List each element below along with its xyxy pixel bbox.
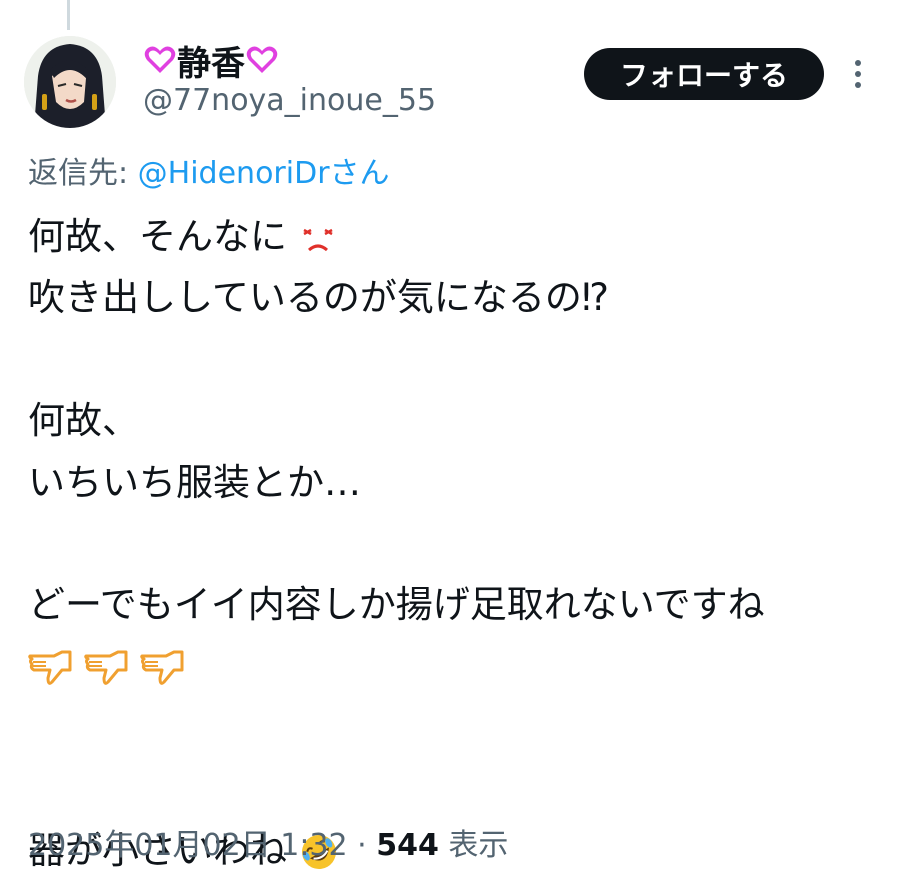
thread-connector-line (67, 0, 70, 30)
tweet-line (28, 513, 878, 574)
tweet-line: どーでもイイ内容しか揚げ足取れないですね (28, 583, 765, 627)
reply-prefix: 返信先: (28, 156, 138, 191)
tweet-meta: 2025年01月02日 1:32 · 544 表示 (28, 820, 508, 864)
tweet-line: 何故、そんなに (28, 206, 878, 267)
meta-separator: · (347, 828, 377, 863)
heart-icon (144, 46, 176, 73)
author-name-text: 静香 (177, 43, 245, 84)
thumbs-down-icon (139, 650, 184, 686)
tweet-timestamp[interactable]: 2025年01月02日 1:32 (28, 828, 348, 863)
thumbs-down-icon (28, 650, 72, 686)
follow-button[interactable]: フォローする (584, 48, 824, 100)
tweet-text: 何故、そんなに 吹き出ししているのが気になるの⁉ 何故、 いちいち服装とか… ど… (28, 206, 878, 878)
tweet-line (28, 759, 878, 820)
reply-mention-link[interactable]: @HidenoriDrさん (138, 156, 390, 191)
views-label: 表示 (448, 828, 509, 863)
pouting-face-icon (303, 228, 333, 251)
tweet-line-text: 何故、そんなに (28, 215, 287, 258)
avatar[interactable] (24, 36, 116, 128)
avatar-image (24, 36, 116, 128)
author-handle[interactable]: @77noya_inoue_55 (143, 83, 436, 118)
tweet-line (28, 636, 878, 697)
tweet-line (28, 697, 878, 758)
tweet-line: 吹き出ししているのが気になるの⁉ (28, 276, 610, 320)
heart-icon (246, 46, 278, 73)
thumbs-down-icon (84, 650, 128, 686)
reply-context: 返信先: @HidenoriDrさん (28, 148, 390, 192)
tweet-line (28, 329, 878, 390)
author-display-name[interactable]: 静香 (143, 38, 279, 84)
views-count: 544 (376, 828, 439, 863)
tweet-line: 何故、 (28, 399, 139, 443)
more-options-icon[interactable] (846, 56, 870, 92)
tweet-line: いちいち服装とか… (28, 460, 361, 504)
